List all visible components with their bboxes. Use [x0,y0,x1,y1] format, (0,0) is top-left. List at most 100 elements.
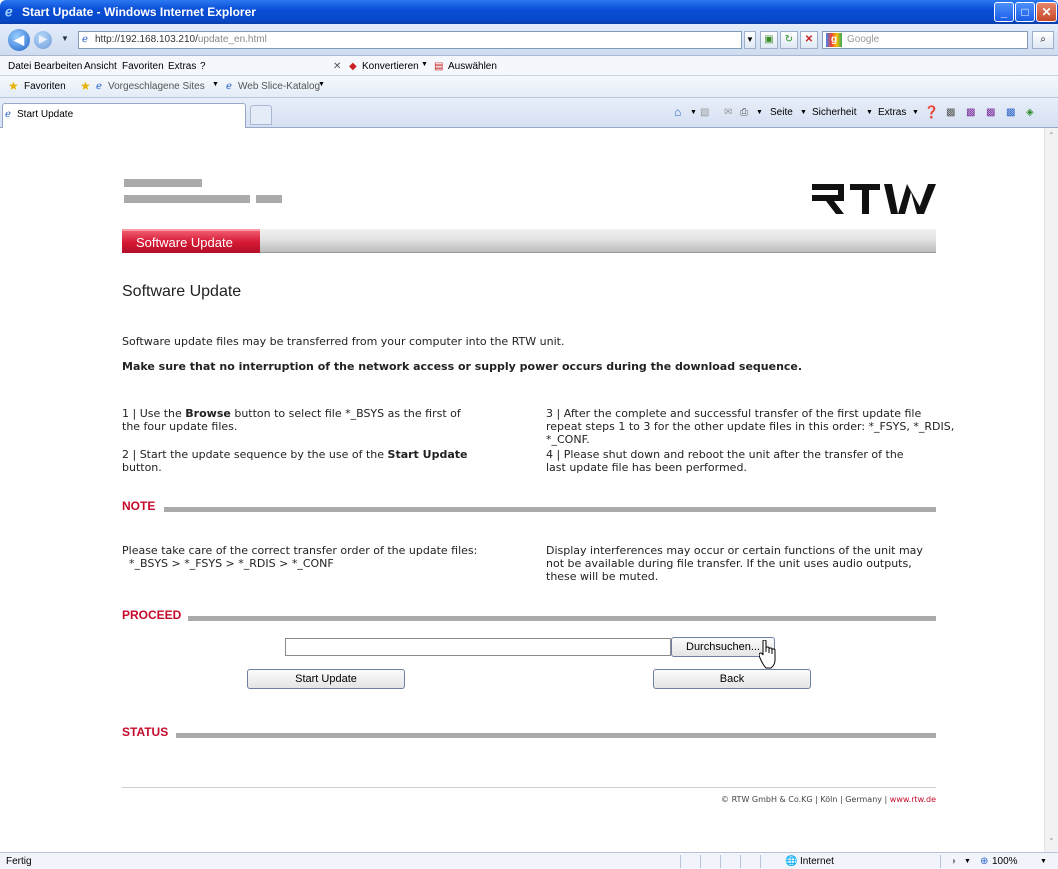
select-menu[interactable]: Auswählen [448,61,497,72]
status-bar: Fertig 🌐 Internet ◑ ▼ ⊕ 100% ▼ [0,852,1058,869]
menu-item-help[interactable]: ? [200,61,206,72]
extras-dropdown-icon[interactable]: ▼ [912,109,919,116]
page-content: Software Update Software Update Software… [0,128,1044,852]
web-slice-link[interactable]: Web Slice-Katalog [238,81,320,92]
page-dropdown-icon[interactable]: ▼ [800,109,807,116]
extras-menu[interactable]: Extras [878,107,906,118]
security-menu[interactable]: Sicherheit [812,107,856,118]
menu-item-view[interactable]: Ansicht [84,61,117,72]
menu-item-tools[interactable]: Extras [168,61,196,72]
file-path-input[interactable] [285,638,671,656]
favorites-button[interactable]: Favoriten [24,81,66,92]
title-bar: ℯ Start Update - Windows Internet Explor… [0,0,1058,24]
ie-icon: ℯ [5,4,13,19]
note-heading: NOTE [122,499,156,513]
mail-icon[interactable]: ✉ [724,107,732,118]
select-icon: ▤ [434,61,444,72]
zoom-icon: ⊕ [980,856,989,867]
close-button[interactable]: ✕ [1036,2,1057,22]
footer-link[interactable]: www.rtw.de [890,795,936,804]
search-input[interactable]: g Google [822,31,1028,49]
suggested-dropdown-icon[interactable]: ▼ [212,81,219,88]
step-1-pre: 1 | Use the [122,407,186,420]
zoom-level[interactable]: 100% [992,856,1018,867]
url-dropdown-icon[interactable]: ▼ [744,31,756,49]
window-title: Start Update - Windows Internet Explorer [22,5,256,19]
menu-item-favorites[interactable]: Favoriten [122,61,164,72]
feed-icon[interactable]: ▧ [700,107,709,118]
footer-text: © RTW GmbH & Co.KG | Köln | Germany | [721,795,890,804]
toolbar-addon-icon-1[interactable]: ▩ [946,107,955,118]
toolbar-addon-icon-3[interactable]: ▩ [986,107,995,118]
tab-start-update[interactable]: ℯ Start Update [2,103,246,128]
protected-dropdown-icon[interactable]: ▼ [964,858,971,865]
refresh-icon[interactable]: ↻ [780,31,798,49]
convert-icon: ◆ [349,61,357,72]
suggested-sites-link[interactable]: Vorgeschlagene Sites [108,81,205,92]
recent-pages-dropdown-icon[interactable]: ▼ [61,34,69,43]
menu-bar: Datei Bearbeiten Ansicht Favoriten Extra… [0,56,1058,76]
minimize-button[interactable]: _ [994,2,1014,22]
close-toolbar-icon[interactable]: ✕ [333,61,341,72]
step-2-pre: 2 | Start the update sequence by the use… [122,448,388,461]
note-divider [164,507,936,512]
status-separator [720,855,721,868]
forward-icon[interactable]: ▶ [34,31,52,49]
protected-mode-icon[interactable]: ◑ [950,856,956,867]
footer-divider [122,787,936,788]
scroll-up-icon[interactable]: ⌃ [1048,131,1055,140]
nav-tab-software-update[interactable]: Software Update [122,229,260,253]
url-field[interactable]: ℯ http://192.168.103.210/update_en.html [78,31,742,49]
back-button[interactable]: Back [653,669,811,689]
convert-menu[interactable]: Konvertieren [362,61,419,72]
toolbar-addon-icon-5[interactable]: ◈ [1026,107,1034,118]
step-2-bold: Start Update [387,448,468,461]
step-2: 2 | Start the update sequence by the use… [122,448,502,474]
print-dropdown-icon[interactable]: ▼ [756,109,763,116]
logo-bar-right [256,195,282,203]
note-section: NOTE [122,499,936,513]
convert-dropdown-icon[interactable]: ▼ [421,61,428,68]
web-slice-dropdown-icon[interactable]: ▼ [318,81,325,88]
web-slice-icon: ℯ [226,81,232,92]
status-separator [940,855,941,868]
stop-icon[interactable]: ✕ [800,31,818,49]
step-2-post: button. [122,461,162,474]
maximize-button[interactable]: □ [1015,2,1035,22]
new-tab-button[interactable] [250,105,272,125]
home-icon[interactable]: ⌂ [674,105,681,119]
toolbar-addon-icon-2[interactable]: ▩ [966,107,975,118]
step-3: 3 | After the complete and successful tr… [546,407,955,446]
print-icon[interactable]: ⎙ [740,107,748,118]
status-text: Fertig [6,856,32,867]
cursor-icon [759,640,776,669]
intro-text: Software update files may be transferred… [122,335,565,348]
page-menu[interactable]: Seite [770,107,793,118]
status-separator [740,855,741,868]
step-4: 4 | Please shut down and reboot the unit… [546,448,904,474]
rtw-logo [812,184,936,214]
help-icon[interactable]: ❓ [924,105,939,119]
menu-item-edit[interactable]: Bearbeiten [34,61,82,72]
zoom-dropdown-icon[interactable]: ▼ [1040,858,1047,865]
note-left-2: *_BSYS > *_FSYS > *_RDIS > *_CONF [129,557,334,570]
toolbar-addon-icon-4[interactable]: ▩ [1006,107,1015,118]
step-1-bold: Browse [185,407,231,420]
vertical-scrollbar[interactable]: ⌃ ⌄ [1044,128,1058,852]
security-dropdown-icon[interactable]: ▼ [866,109,873,116]
menu-item-file[interactable]: Datei [8,61,31,72]
home-dropdown-icon[interactable]: ▼ [690,109,697,116]
address-bar: ◀ ▶ ▼ ℯ http://192.168.103.210/update_en… [0,24,1058,56]
footer: © RTW GmbH & Co.KG | Köln | Germany | ww… [721,795,936,804]
status-separator [680,855,681,868]
logo-bar-left [124,195,250,203]
add-favorite-icon[interactable]: ★ [80,79,91,93]
search-icon[interactable]: ⌕ [1032,31,1054,49]
start-update-button[interactable]: Start Update [247,669,405,689]
status-section: STATUS [122,725,936,739]
google-icon: g [826,33,842,47]
back-icon[interactable]: ◀ [8,29,30,51]
scroll-down-icon[interactable]: ⌄ [1048,833,1055,842]
tab-bar: ℯ Start Update ⌂ ▼ ▧ ✉ ⎙ ▼ Seite ▼ Siche… [0,98,1058,128]
compatibility-view-icon[interactable]: ▣ [760,31,778,49]
